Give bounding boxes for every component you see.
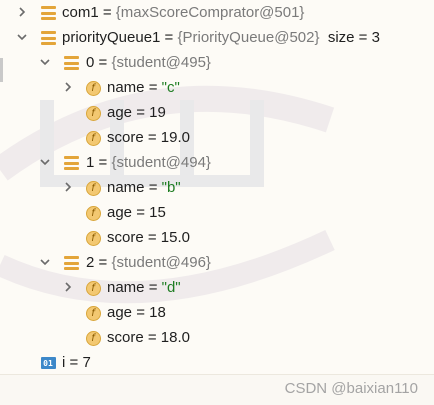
watermark-credit: CSDN @baixian110 bbox=[284, 379, 418, 397]
field-icon: f bbox=[85, 80, 101, 96]
collapse-chevron-icon[interactable] bbox=[38, 255, 52, 269]
variable-text: com1 = {maxScoreComprator@501} bbox=[62, 0, 304, 25]
field-icon: f bbox=[85, 230, 101, 246]
equals-sign: = bbox=[98, 4, 116, 21]
expand-chevron-icon[interactable] bbox=[61, 280, 75, 294]
field-icon: f bbox=[85, 130, 101, 146]
number-value: 19.0 bbox=[160, 129, 190, 146]
object-reference: {student@496} bbox=[111, 254, 211, 271]
equals-sign: = bbox=[94, 254, 112, 271]
field-text: score = 19.0 bbox=[107, 125, 190, 150]
equals-sign: = bbox=[143, 329, 161, 346]
equals-sign: = bbox=[143, 229, 161, 246]
field-text: name = "b" bbox=[107, 175, 181, 200]
field-text: age = 18 bbox=[107, 300, 166, 325]
number-value: 7 bbox=[82, 354, 91, 371]
equals-sign: = bbox=[144, 279, 162, 296]
object-icon bbox=[40, 30, 56, 46]
element-index: 0 bbox=[86, 54, 95, 71]
field-icon: f bbox=[85, 280, 101, 296]
field-name: age bbox=[107, 204, 133, 221]
string-value: "c" bbox=[161, 79, 180, 96]
object-icon bbox=[63, 155, 79, 171]
field-name: name bbox=[107, 179, 145, 196]
equals-sign: = bbox=[132, 204, 150, 221]
field-text: age = 19 bbox=[107, 100, 166, 125]
field-icon: f bbox=[85, 305, 101, 321]
element-index: 2 bbox=[86, 254, 95, 271]
field-text: score = 15.0 bbox=[107, 225, 190, 250]
number-value: 18.0 bbox=[160, 329, 190, 346]
string-value: "d" bbox=[161, 279, 181, 296]
equals-sign: = bbox=[65, 354, 83, 371]
variable-text: priorityQueue1 = {PriorityQueue@502} siz… bbox=[62, 25, 380, 50]
expand-chevron-icon[interactable] bbox=[15, 5, 29, 19]
field-name: age bbox=[107, 304, 133, 321]
object-reference: {student@494} bbox=[111, 154, 211, 171]
equals-sign: = bbox=[144, 79, 162, 96]
equals-sign: = bbox=[143, 129, 161, 146]
equals-sign: = bbox=[144, 179, 162, 196]
object-reference: {student@495} bbox=[111, 54, 211, 71]
field-text: age = 15 bbox=[107, 200, 166, 225]
object-icon bbox=[63, 55, 79, 71]
equals-sign: = bbox=[132, 104, 150, 121]
field-name: name bbox=[107, 79, 145, 96]
field-name: score bbox=[107, 329, 144, 346]
field-icon: f bbox=[85, 205, 101, 221]
field-icon: f bbox=[85, 105, 101, 121]
equals-sign: = bbox=[160, 29, 178, 46]
field-name: score bbox=[107, 229, 144, 246]
field-name: age bbox=[107, 104, 133, 121]
number-value: 18 bbox=[149, 304, 166, 321]
collapse-chevron-icon[interactable] bbox=[15, 30, 29, 44]
object-reference: {PriorityQueue@502} bbox=[177, 29, 320, 46]
object-icon bbox=[40, 5, 56, 21]
field-text: name = "c" bbox=[107, 75, 180, 100]
gutter-marker bbox=[0, 58, 3, 82]
element-text: 2 = {student@496} bbox=[86, 250, 211, 275]
equals-sign: = bbox=[94, 154, 112, 171]
collection-size: size = 3 bbox=[327, 29, 380, 46]
primitive-icon: 01 bbox=[40, 355, 56, 371]
element-text: 0 = {student@495} bbox=[86, 50, 211, 75]
field-icon: f bbox=[85, 330, 101, 346]
variable-name: com1 bbox=[62, 4, 99, 21]
equals-sign: = bbox=[94, 54, 112, 71]
element-index: 1 bbox=[86, 154, 95, 171]
field-name: name bbox=[107, 279, 145, 296]
collapse-chevron-icon[interactable] bbox=[38, 55, 52, 69]
number-value: 15.0 bbox=[160, 229, 190, 246]
field-text: name = "d" bbox=[107, 275, 181, 300]
field-name: score bbox=[107, 129, 144, 146]
collapse-chevron-icon[interactable] bbox=[38, 155, 52, 169]
object-icon bbox=[63, 255, 79, 271]
expand-chevron-icon[interactable] bbox=[61, 180, 75, 194]
variable-name: priorityQueue1 bbox=[62, 29, 161, 46]
expand-chevron-icon[interactable] bbox=[61, 80, 75, 94]
field-icon: f bbox=[85, 180, 101, 196]
field-text: score = 18.0 bbox=[107, 325, 190, 350]
string-value: "b" bbox=[161, 179, 181, 196]
object-reference: {maxScoreComprator@501} bbox=[115, 4, 305, 21]
element-text: 1 = {student@494} bbox=[86, 150, 211, 175]
equals-sign: = bbox=[132, 304, 150, 321]
number-value: 19 bbox=[149, 104, 166, 121]
number-value: 15 bbox=[149, 204, 166, 221]
variable-text: i = 7 bbox=[62, 350, 91, 375]
